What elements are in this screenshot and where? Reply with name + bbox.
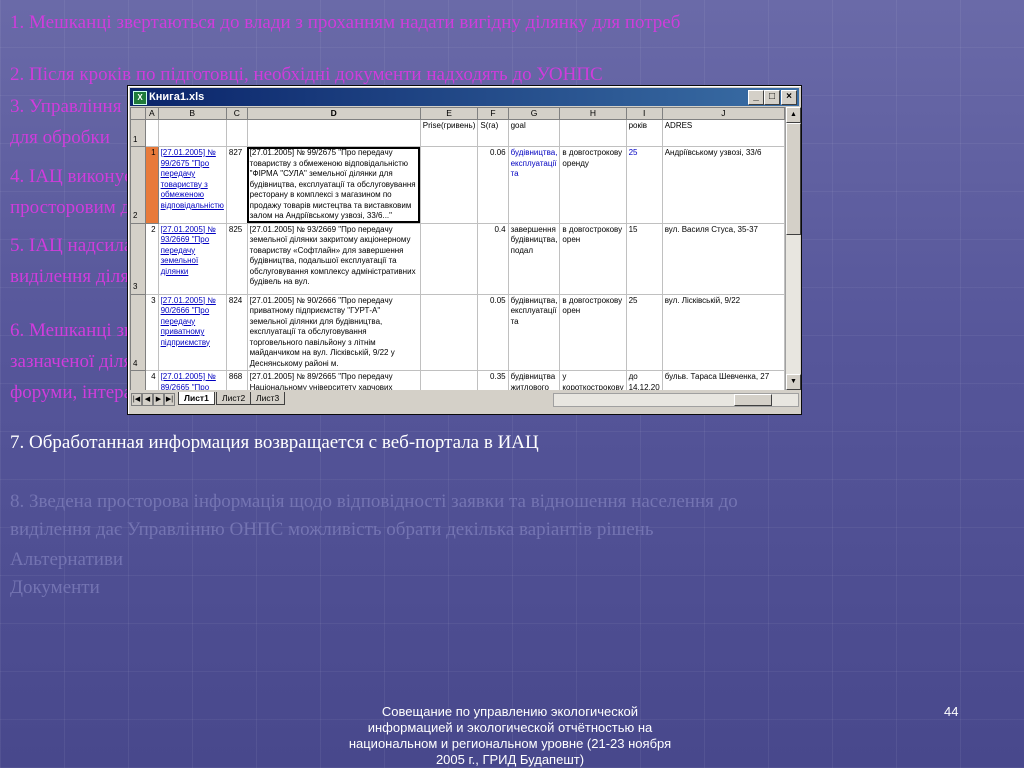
prev-sheet-icon[interactable]: ◀: [142, 393, 153, 406]
first-sheet-icon[interactable]: |◀: [131, 393, 142, 406]
cell[interactable]: до 14.12.20: [625, 370, 663, 390]
cell[interactable]: 868: [225, 370, 248, 390]
row-header[interactable]: 1: [130, 119, 147, 147]
cell-header-years[interactable]: років: [625, 119, 663, 147]
cell[interactable]: 825: [225, 222, 248, 295]
sheet-tab-bar: |◀ ◀ ▶ ▶| Лист1 Лист2 Лист3: [130, 392, 799, 407]
tab-sheet3[interactable]: Лист3: [250, 392, 286, 405]
cell[interactable]: будівництва, експлуатації та: [507, 293, 561, 371]
horizontal-scrollbar[interactable]: [553, 393, 799, 407]
cell[interactable]: [157, 119, 227, 147]
excel-icon: X: [133, 91, 147, 105]
cell[interactable]: 827: [225, 146, 248, 224]
cell[interactable]: 15: [625, 222, 663, 295]
cell[interactable]: [419, 222, 479, 295]
spreadsheet-grid[interactable]: A B C D E F G H I J 1 Prise(гривень) S(г…: [130, 107, 785, 390]
cell[interactable]: в довгострокову оренду: [559, 146, 627, 224]
slide-line-7: 7. Обработанная информация возвращается …: [10, 432, 539, 453]
cell[interactable]: вул. Василя Стуса, 35-37: [661, 222, 785, 295]
cell[interactable]: [419, 146, 479, 224]
cell-header-adres[interactable]: ADRES: [661, 119, 785, 147]
column-header-j[interactable]: J: [661, 107, 785, 120]
cell[interactable]: будівництва, експлуатації та: [507, 146, 561, 224]
cell[interactable]: [419, 293, 479, 371]
window-title: Книга1.xls: [149, 91, 205, 103]
row-header[interactable]: 3: [130, 222, 147, 295]
row-header[interactable]: 2: [130, 146, 147, 224]
hscroll-thumb[interactable]: [734, 394, 772, 406]
cell-link[interactable]: [27.01.2005] № 99/2675 "Про передачу тов…: [157, 146, 227, 224]
close-button[interactable]: ×: [781, 90, 797, 105]
vertical-scrollbar[interactable]: ▲ ▼: [785, 107, 801, 390]
slide-footer: Совещание по управлению экологической ин…: [348, 704, 672, 767]
cell[interactable]: 0.05: [477, 293, 509, 371]
cell-header-area[interactable]: S(га): [477, 119, 509, 147]
cell[interactable]: Андріївському узвозі, 33/6: [661, 146, 785, 224]
cell-index[interactable]: 1: [145, 146, 159, 224]
slide-line-1: 1. Мешканці звертаються до влади з проха…: [10, 12, 681, 33]
cell[interactable]: 25: [625, 293, 663, 371]
select-all-corner[interactable]: [130, 107, 147, 120]
cell-header-goal[interactable]: goal: [507, 119, 561, 147]
column-header-e[interactable]: E: [419, 107, 479, 120]
cell-link[interactable]: [27.01.2005] № 89/2665 "Про передачу Нац…: [157, 370, 227, 390]
column-header-d[interactable]: D: [246, 107, 421, 120]
excel-window[interactable]: X Книга1.xls _ □ × A B C D E F G H I J 1…: [127, 85, 802, 415]
slide-line-8b: виділення дає Управлінню ОНПС можливість…: [10, 519, 654, 540]
column-header-f[interactable]: F: [477, 107, 509, 120]
cell[interactable]: у короткострокову орен: [559, 370, 627, 390]
cell-index[interactable]: 2: [145, 222, 159, 295]
minimize-button[interactable]: _: [748, 90, 764, 105]
cell[interactable]: [145, 119, 159, 147]
cell[interactable]: в довгострокову орен: [559, 293, 627, 371]
cell[interactable]: в довгострокову орен: [559, 222, 627, 295]
cell[interactable]: [419, 370, 479, 390]
scroll-down-arrow-icon[interactable]: ▼: [786, 374, 801, 390]
cell[interactable]: 0.35: [477, 370, 509, 390]
cell[interactable]: [27.01.2005] № 90/2666 "Про передачу при…: [246, 293, 421, 371]
next-sheet-icon[interactable]: ▶: [153, 393, 164, 406]
page-number: 44: [944, 704, 959, 719]
cell[interactable]: 824: [225, 293, 248, 371]
cell[interactable]: [225, 119, 248, 147]
cell[interactable]: [559, 119, 627, 147]
tab-sheet1[interactable]: Лист1: [178, 392, 215, 405]
scroll-thumb[interactable]: [786, 123, 801, 235]
column-header-g[interactable]: G: [507, 107, 561, 120]
cell[interactable]: вул. Лісківській, 9/22: [661, 293, 785, 371]
column-header-c[interactable]: C: [225, 107, 248, 120]
column-header-b[interactable]: B: [157, 107, 227, 120]
cell[interactable]: будівництва житлового будинк: [507, 370, 561, 390]
cell-link[interactable]: [27.01.2005] № 93/2669 "Про передачу зем…: [157, 222, 227, 295]
cell[interactable]: [27.01.2005] № 89/2665 "Про передачу Нац…: [246, 370, 421, 390]
cell-index[interactable]: 4: [145, 370, 159, 390]
row-header[interactable]: 5: [130, 370, 147, 390]
cell-link[interactable]: [27.01.2005] № 90/2666 "Про передачу при…: [157, 293, 227, 371]
cell[interactable]: [27.01.2005] № 93/2669 "Про передачу зем…: [246, 222, 421, 295]
column-header-h[interactable]: H: [559, 107, 627, 120]
row-header[interactable]: 4: [130, 293, 147, 371]
cell[interactable]: 25: [625, 146, 663, 224]
cell[interactable]: [246, 119, 421, 147]
last-sheet-icon[interactable]: ▶|: [164, 393, 175, 406]
maximize-button[interactable]: □: [764, 90, 780, 105]
cell-header-price[interactable]: Prise(гривень): [419, 119, 479, 147]
cell[interactable]: бульв. Тараса Шевченка, 27: [661, 370, 785, 390]
slide-line-8: 8. Зведена просторова інформація щодо ві…: [10, 491, 738, 512]
column-header-a[interactable]: A: [145, 107, 159, 120]
window-titlebar[interactable]: X Книга1.xls _ □ ×: [130, 88, 799, 106]
cell-active[interactable]: [27.01.2005] № 99/2675 "Про передачу тов…: [246, 146, 421, 224]
slide-line-8d: Документи: [10, 577, 100, 598]
cell[interactable]: завершення будівництва, подал: [507, 222, 561, 295]
tab-sheet2[interactable]: Лист2: [216, 392, 252, 405]
cell[interactable]: 0.4: [477, 222, 509, 295]
slide-line-8c: Альтернативи: [10, 549, 124, 570]
cell-index[interactable]: 3: [145, 293, 159, 371]
column-header-i[interactable]: I: [625, 107, 663, 120]
scroll-up-arrow-icon[interactable]: ▲: [786, 107, 801, 123]
cell[interactable]: 0.06: [477, 146, 509, 224]
